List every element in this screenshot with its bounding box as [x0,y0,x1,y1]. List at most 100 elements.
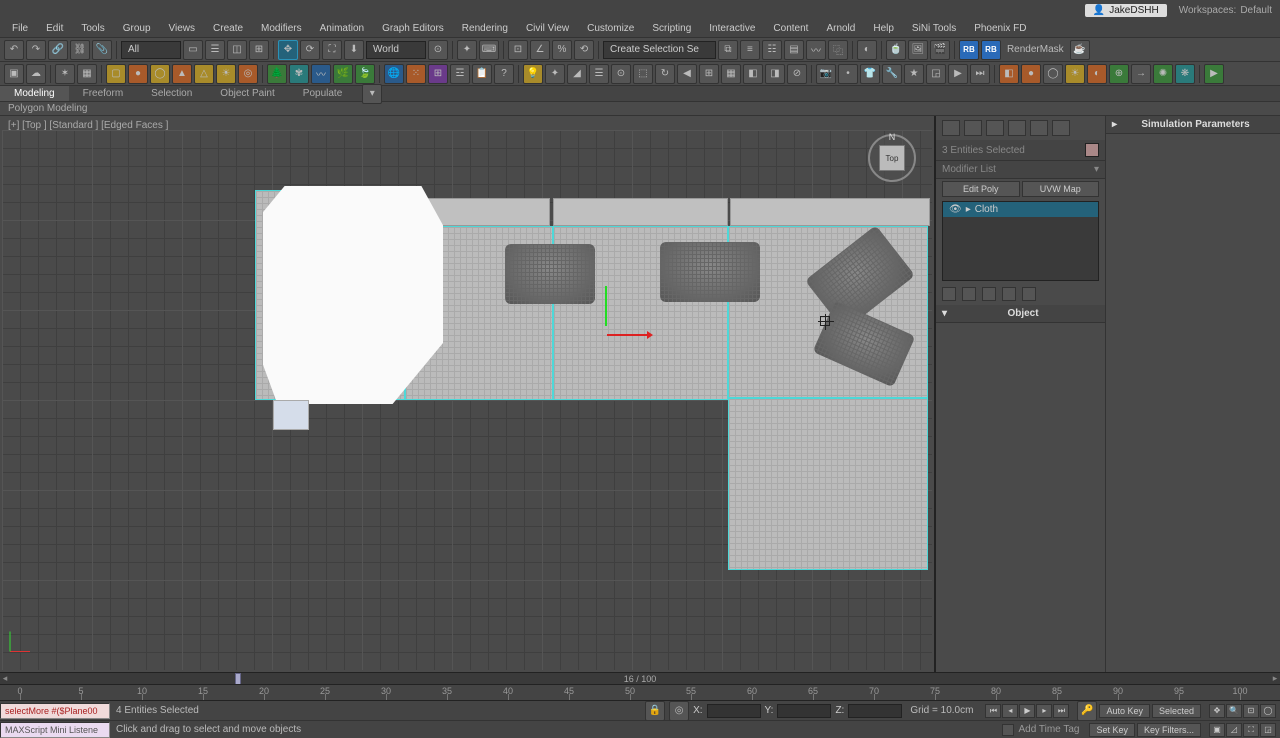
key-filters-button[interactable]: Key Filters... [1137,723,1201,737]
prev-icon[interactable]: ◀ [677,64,697,84]
pin-stack-icon[interactable] [942,287,956,301]
cloud-icon[interactable]: ☁ [26,64,46,84]
layers-icon[interactable]: ☲ [450,64,470,84]
grid-icon[interactable]: ⊞ [428,64,448,84]
spinner-snap-icon[interactable]: ⟲ [574,40,594,60]
gizmo-y-axis[interactable] [605,286,607,326]
target-icon[interactable]: ⊙ [611,64,631,84]
dot-icon[interactable]: • [838,64,858,84]
menu-rendering[interactable]: Rendering [454,21,516,36]
object-color-swatch[interactable] [1085,143,1099,157]
viewport[interactable]: [+] [Top ] [Standard ] [Edged Faces ] N … [0,116,935,672]
modify-tab-icon[interactable] [964,120,982,136]
time-tag-area[interactable]: Add Time Tag [996,724,1085,736]
sphere-icon[interactable]: ● [128,64,148,84]
redo-icon[interactable]: ↷ [26,40,46,60]
render-production-icon[interactable]: 🎬 [930,40,950,60]
vray-sun-icon[interactable]: ☀ [1065,64,1085,84]
mirror-icon[interactable]: ⧉ [718,40,738,60]
wrench-icon[interactable]: 🔧 [882,64,902,84]
water-icon[interactable]: 〰 [311,64,331,84]
free-icon[interactable]: ⬚ [633,64,653,84]
vray-proxy-icon[interactable]: ⊕ [1109,64,1129,84]
vray-cube-icon[interactable]: ◧ [999,64,1019,84]
next-icon[interactable]: ▶ [948,64,968,84]
time-tag-icon[interactable] [1002,724,1014,736]
eye-icon[interactable]: 👁 [949,204,962,215]
cone-icon[interactable]: ▲ [172,64,192,84]
box-icon[interactable]: ▢ [106,64,126,84]
key-mode-icon[interactable]: 🔑 [1077,701,1097,721]
scatter-icon[interactable]: ✶ [55,64,75,84]
curve-editor-icon[interactable]: 〰 [806,40,826,60]
timeline-next-icon[interactable]: ▸ [1270,673,1280,684]
material-editor-icon[interactable]: ◐ [857,40,877,60]
menu-modifiers[interactable]: Modifiers [253,21,310,36]
play-icon[interactable]: ▶ [1204,64,1224,84]
refresh-icon[interactable]: ↻ [655,64,675,84]
forest-icon[interactable]: 🌲 [267,64,287,84]
auto-key-button[interactable]: Auto Key [1099,704,1150,718]
vray-dome-icon[interactable]: ◐ [1087,64,1107,84]
grass-icon[interactable]: ✾ [289,64,309,84]
menu-content[interactable]: Content [765,21,816,36]
rb-plugin2-icon[interactable]: RB [981,40,1001,60]
create-tab-icon[interactable] [942,120,960,136]
remove-mod-icon[interactable] [1002,287,1016,301]
make-unique-icon[interactable] [982,287,996,301]
user-badge[interactable]: 👤 JakeDSHH [1085,4,1167,17]
clipboard-icon[interactable]: 📋 [472,64,492,84]
selection-filter-dropdown[interactable]: All [121,41,181,59]
skip-icon[interactable]: ⏭ [970,64,990,84]
select-scale-icon[interactable]: ⛶ [322,40,342,60]
select-place-icon[interactable]: ⬇ [344,40,364,60]
snap-toggle-icon[interactable]: ⊡ [508,40,528,60]
select-manipulate-icon[interactable]: ✦ [457,40,477,60]
ribbon-tab-objectpaint[interactable]: Object Paint [206,86,288,101]
maxscript-listener[interactable]: selectMore #($Plane00 [0,703,110,719]
menu-file[interactable]: File [4,21,36,36]
render-mask-icon[interactable]: ☕ [1070,40,1090,60]
modifier-list-dropdown[interactable]: Modifier List▾ [936,161,1105,179]
zoom-ext-icon[interactable]: ⊡ [1243,704,1259,718]
shirt-icon[interactable]: 👕 [860,64,880,84]
viewcube[interactable]: N Top [868,134,916,182]
menu-sinitools[interactable]: SiNi Tools [904,21,964,36]
ribbon-tab-selection[interactable]: Selection [137,86,206,101]
omni-icon[interactable]: ✦ [545,64,565,84]
select-name-icon[interactable]: ☰ [205,40,225,60]
spot-icon[interactable]: ◢ [567,64,587,84]
maxscript-mini-listener[interactable]: MAXScript Mini Listene [0,722,110,738]
max-toggle-icon[interactable]: ⛶ [1243,723,1259,737]
help-icon[interactable]: ? [494,64,514,84]
play-anim-icon[interactable]: ▶ [1019,704,1035,718]
fov-icon[interactable]: ◿ [1226,723,1242,737]
uvw-map-button[interactable]: UVW Map [1022,181,1100,197]
edit-poly-button[interactable]: Edit Poly [942,181,1020,197]
show-end-icon[interactable] [962,287,976,301]
use-pivot-icon[interactable]: ⊙ [428,40,448,60]
coord-y-input[interactable] [777,704,831,718]
modifier-name[interactable]: Cloth [975,204,998,215]
small-cloth[interactable] [273,400,309,430]
percent-snap-icon[interactable]: % [552,40,572,60]
bind-icon[interactable]: 📎 [92,40,112,60]
isolate-icon[interactable]: ◎ [669,701,689,721]
coord-x-input[interactable] [707,704,761,718]
dots-icon[interactable]: ⁙ [406,64,426,84]
plant-icon[interactable]: 🌿 [333,64,353,84]
menu-animation[interactable]: Animation [312,21,372,36]
ribbon-tab-freeform[interactable]: Freeform [69,86,138,101]
vray-light-icon[interactable]: ◯ [1043,64,1063,84]
toggle-ribbon-icon[interactable]: ▤ [784,40,804,60]
time-slider[interactable]: ◂ 16 / 100 ▸ [0,672,1280,684]
menu-customize[interactable]: Customize [579,21,642,36]
wireframe-icon[interactable]: ▦ [721,64,741,84]
align-icon[interactable]: ≡ [740,40,760,60]
vray-burst-icon[interactable]: ✺ [1153,64,1173,84]
selected-dropdown[interactable]: Selected [1152,704,1201,718]
select-region-icon[interactable]: ◫ [227,40,247,60]
cube-icon[interactable]: ◲ [926,64,946,84]
window-crossing-icon[interactable]: ⊞ [249,40,269,60]
camera-icon[interactable]: 📷 [816,64,836,84]
